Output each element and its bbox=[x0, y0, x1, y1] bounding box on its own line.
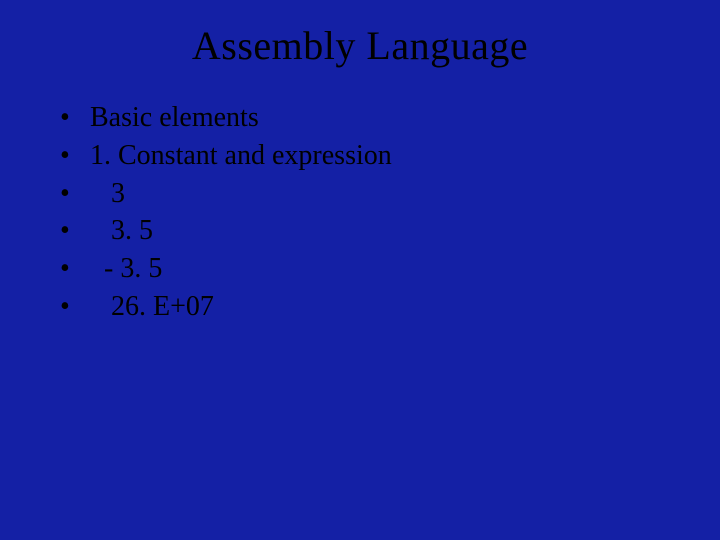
bullet-item: • 3. 5 bbox=[60, 212, 720, 250]
bullet-item: • 26. E+07 bbox=[60, 288, 720, 326]
bullet-icon: • bbox=[60, 212, 90, 250]
bullet-text: 1. Constant and expression bbox=[90, 137, 392, 175]
bullet-text: Basic elements bbox=[90, 99, 259, 137]
bullet-item: • - 3. 5 bbox=[60, 250, 720, 288]
slide: Assembly Language • Basic elements • 1. … bbox=[0, 0, 720, 540]
bullet-text: 26. E+07 bbox=[90, 288, 214, 326]
bullet-item: • 3 bbox=[60, 175, 720, 213]
bullet-text: 3. 5 bbox=[90, 212, 153, 250]
bullet-icon: • bbox=[60, 175, 90, 213]
bullet-icon: • bbox=[60, 99, 90, 137]
slide-title: Assembly Language bbox=[0, 22, 720, 69]
bullet-icon: • bbox=[60, 288, 90, 326]
bullet-item: • Basic elements bbox=[60, 99, 720, 137]
slide-body: • Basic elements • 1. Constant and expre… bbox=[0, 99, 720, 326]
bullet-text: 3 bbox=[90, 175, 125, 213]
bullet-text: - 3. 5 bbox=[90, 250, 162, 288]
bullet-icon: • bbox=[60, 137, 90, 175]
bullet-item: • 1. Constant and expression bbox=[60, 137, 720, 175]
bullet-icon: • bbox=[60, 250, 90, 288]
